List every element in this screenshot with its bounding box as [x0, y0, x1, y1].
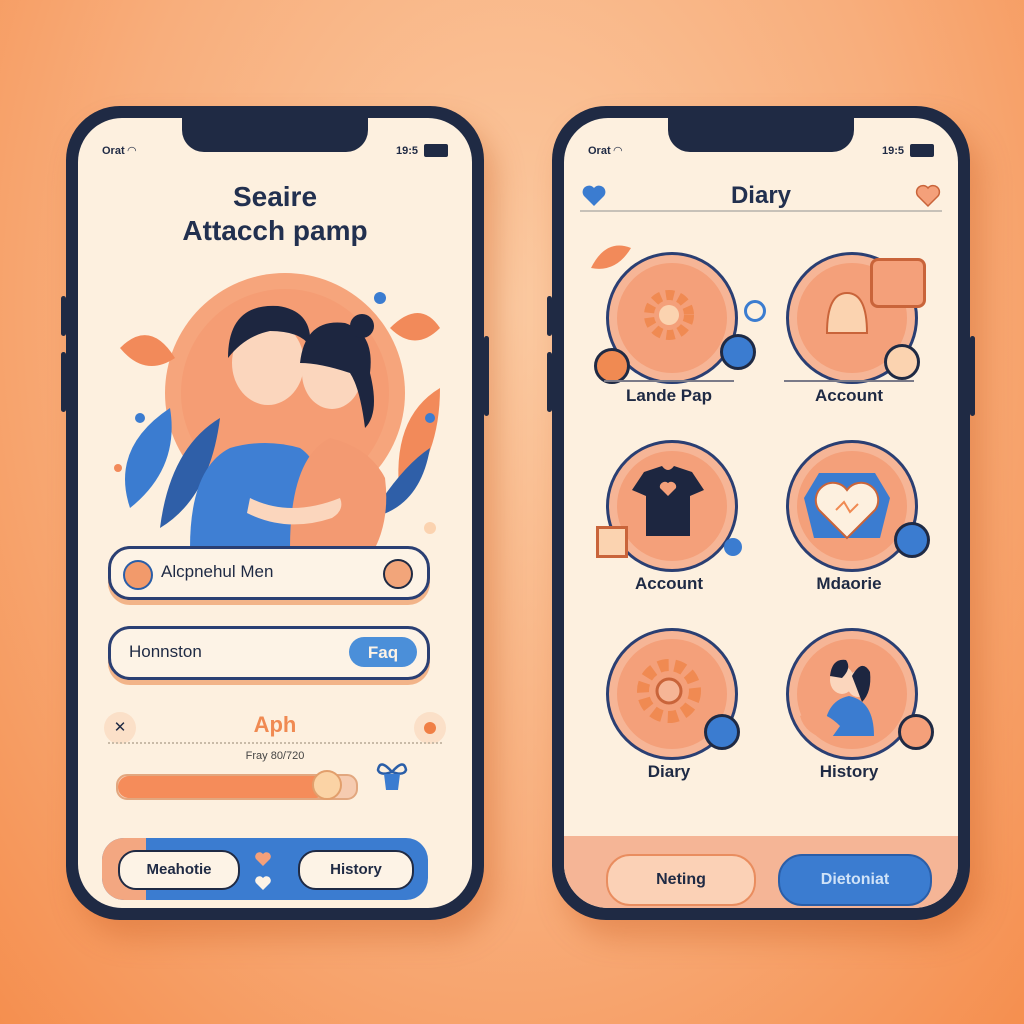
- map-pin-icon: [123, 560, 153, 590]
- progress-fill: [118, 776, 328, 798]
- card-underline: [784, 380, 914, 382]
- title-line-1: Seaire: [232, 181, 318, 212]
- card-label: Account: [815, 386, 883, 405]
- tag-icon: [870, 258, 926, 308]
- history-button[interactable]: History: [298, 850, 414, 890]
- flower-icon: [724, 538, 742, 556]
- time-label: 19:5: [395, 144, 418, 157]
- side-button: [61, 296, 66, 336]
- page-title: Diary: [730, 182, 792, 209]
- tshirt-icon: [632, 466, 704, 536]
- search-pill[interactable]: Alcpnehul Men: [108, 546, 430, 600]
- left-screen: Orat ◠ 19:5 Seaire Attacch pamp Alcpnehu…: [78, 118, 472, 908]
- power-button: [970, 336, 975, 416]
- carrier-label: Orat ◠: [102, 145, 137, 157]
- side-button: [547, 296, 552, 336]
- card-diary[interactable]: Diary: [584, 614, 754, 784]
- aph-label: Aph: [253, 712, 297, 737]
- header-divider: [580, 210, 942, 212]
- search-pill-label: Alcpnehul Men: [161, 562, 274, 581]
- card-label: Account: [635, 574, 703, 593]
- heart-icon: [255, 852, 271, 890]
- heart-badge: [898, 714, 934, 750]
- leaf-icon: [591, 245, 631, 269]
- right-screen: Orat ◠ 19:5 Diary Lande Pap Account Acco…: [564, 118, 958, 908]
- toggle-dot[interactable]: [383, 559, 413, 589]
- card-label: Mdaorie: [816, 574, 882, 593]
- action-bar: Neting Dietoniat: [564, 836, 958, 908]
- card-label: Diary: [647, 762, 691, 781]
- notch: [668, 118, 854, 152]
- couple-icon: [800, 659, 874, 740]
- bag-icon: [596, 526, 628, 558]
- side-button: [547, 352, 552, 412]
- time-label: 19:5: [881, 144, 904, 157]
- record-icon[interactable]: [414, 712, 446, 744]
- eye-badge: [720, 334, 756, 370]
- progress-label: Fray 80/720: [245, 750, 305, 762]
- divider: [108, 742, 442, 744]
- power-button: [484, 336, 489, 416]
- heart-icon: [804, 473, 890, 540]
- heart-badge: [594, 348, 630, 384]
- heart-badge: [884, 344, 920, 380]
- meahotie-button[interactable]: Meahotie: [118, 850, 240, 890]
- hearts-icon[interactable]: [914, 182, 942, 210]
- dietoniat-button[interactable]: Dietoniat: [778, 854, 932, 906]
- side-button: [61, 352, 66, 412]
- bottom-bar: Meahotie History: [102, 838, 428, 900]
- battery-icon: [910, 144, 934, 157]
- gear-icon: [644, 290, 694, 340]
- title-line-2: Attacch pamp: [182, 215, 368, 246]
- card-account[interactable]: Account: [764, 238, 934, 408]
- couple-illustration: [114, 273, 440, 548]
- right-phone: Orat ◠ 19:5 Diary Lande Pap Account Acco…: [547, 106, 975, 920]
- card-account-2[interactable]: Account: [584, 426, 754, 596]
- gear-icon: [637, 659, 701, 723]
- camera-badge: [704, 714, 740, 750]
- notch: [182, 118, 368, 152]
- faq-pill-label: Honnston: [129, 642, 202, 661]
- card-lande-pap[interactable]: Lande Pap: [584, 238, 766, 408]
- card-label: Lande Pap: [626, 386, 712, 405]
- faq-pill[interactable]: Honnston Faq: [108, 626, 430, 680]
- carrier-label: Orat ◠: [588, 145, 623, 157]
- card-history[interactable]: History: [764, 614, 934, 784]
- close-icon[interactable]: ✕: [104, 712, 136, 744]
- gift-icon[interactable]: [374, 758, 410, 794]
- neting-button[interactable]: Neting: [606, 854, 756, 906]
- status-right: 19:5: [882, 144, 934, 157]
- ring-icon: [744, 300, 766, 322]
- page-title: Seaire Attacch pamp: [78, 180, 472, 248]
- camera-badge: [894, 522, 930, 558]
- card-label: History: [819, 762, 879, 781]
- battery-icon: [424, 144, 448, 157]
- card-mdaorie[interactable]: Mdaorie: [764, 426, 934, 596]
- faq-button[interactable]: Faq: [349, 637, 417, 667]
- status-right: 19:5: [396, 144, 448, 157]
- card-underline: [604, 380, 734, 382]
- left-phone: Orat ◠ 19:5 Seaire Attacch pamp Alcpnehu…: [61, 106, 489, 920]
